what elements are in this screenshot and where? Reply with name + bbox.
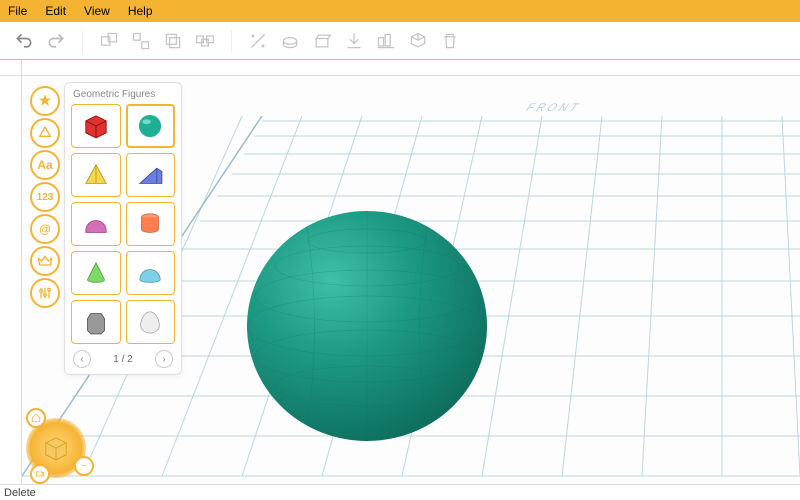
shape-wedge[interactable]	[126, 153, 176, 197]
side-crown-button[interactable]	[30, 246, 60, 276]
view-home-button[interactable]	[26, 408, 46, 428]
menu-file[interactable]: File	[8, 4, 27, 18]
shape-sphere[interactable]	[126, 104, 176, 148]
separator	[82, 29, 83, 53]
status-text: Delete	[4, 487, 36, 499]
tool-extrude-button[interactable]	[309, 28, 335, 54]
shape-cylinder[interactable]	[126, 202, 176, 246]
tool-magic-button[interactable]	[245, 28, 271, 54]
statusbar: Delete	[0, 484, 800, 500]
tool-ungroup-button[interactable]	[128, 28, 154, 54]
view-camera-button[interactable]	[30, 464, 50, 484]
side-shapes-button[interactable]	[30, 118, 60, 148]
menubar: File Edit View Help	[0, 0, 800, 22]
panel-pager: ‹ 1 / 2 ›	[71, 344, 175, 370]
panel-title: Geometric Figures	[71, 89, 175, 104]
shape-prism[interactable]	[71, 300, 121, 344]
side-favorites-button[interactable]	[30, 86, 60, 116]
side-text-button[interactable]: Aa	[30, 150, 60, 180]
side-settings-button[interactable]	[30, 278, 60, 308]
tool-3dprint-button[interactable]	[405, 28, 431, 54]
shape-pyramid[interactable]	[71, 153, 121, 197]
shape-egg[interactable]	[126, 300, 176, 344]
separator	[231, 29, 232, 53]
side-numbers-button[interactable]: 123	[30, 182, 60, 212]
ruler-top	[22, 60, 800, 76]
shapes-panel: Geometric Figures ‹ 1 / 2 ›	[64, 82, 182, 375]
shape-cube[interactable]	[71, 104, 121, 148]
tool-download-button[interactable]	[341, 28, 367, 54]
view-zoom-out-button[interactable]: −	[74, 456, 94, 476]
redo-button[interactable]	[43, 28, 69, 54]
pager-next-button[interactable]: ›	[155, 350, 173, 368]
side-toolbar: Aa 123 @	[30, 86, 60, 308]
ruler-left	[0, 76, 22, 484]
pager-label: 1 / 2	[113, 354, 132, 365]
shape-half-cylinder[interactable]	[71, 202, 121, 246]
pager-prev-button[interactable]: ‹	[73, 350, 91, 368]
undo-button[interactable]	[11, 28, 37, 54]
menu-help[interactable]: Help	[128, 4, 153, 18]
tool-align-button[interactable]	[373, 28, 399, 54]
tool-group-button[interactable]	[96, 28, 122, 54]
shape-cone[interactable]	[71, 251, 121, 295]
side-symbols-button[interactable]: @	[30, 214, 60, 244]
tool-delete-button[interactable]	[437, 28, 463, 54]
view-cube-icon	[39, 431, 73, 465]
tool-copies-button[interactable]	[192, 28, 218, 54]
ruler-corner	[0, 60, 22, 76]
shape-dome[interactable]	[126, 251, 176, 295]
tool-duplicate-button[interactable]	[160, 28, 186, 54]
view-cube-control[interactable]: −	[26, 418, 86, 478]
toolbar	[0, 22, 800, 60]
tool-slice-button[interactable]	[277, 28, 303, 54]
menu-edit[interactable]: Edit	[45, 4, 66, 18]
menu-view[interactable]: View	[84, 4, 110, 18]
workspace: FRONT Aa 123 @ Geometric Figures ‹ 1 / 2	[0, 60, 800, 500]
axis-label-front: FRONT	[523, 102, 584, 114]
